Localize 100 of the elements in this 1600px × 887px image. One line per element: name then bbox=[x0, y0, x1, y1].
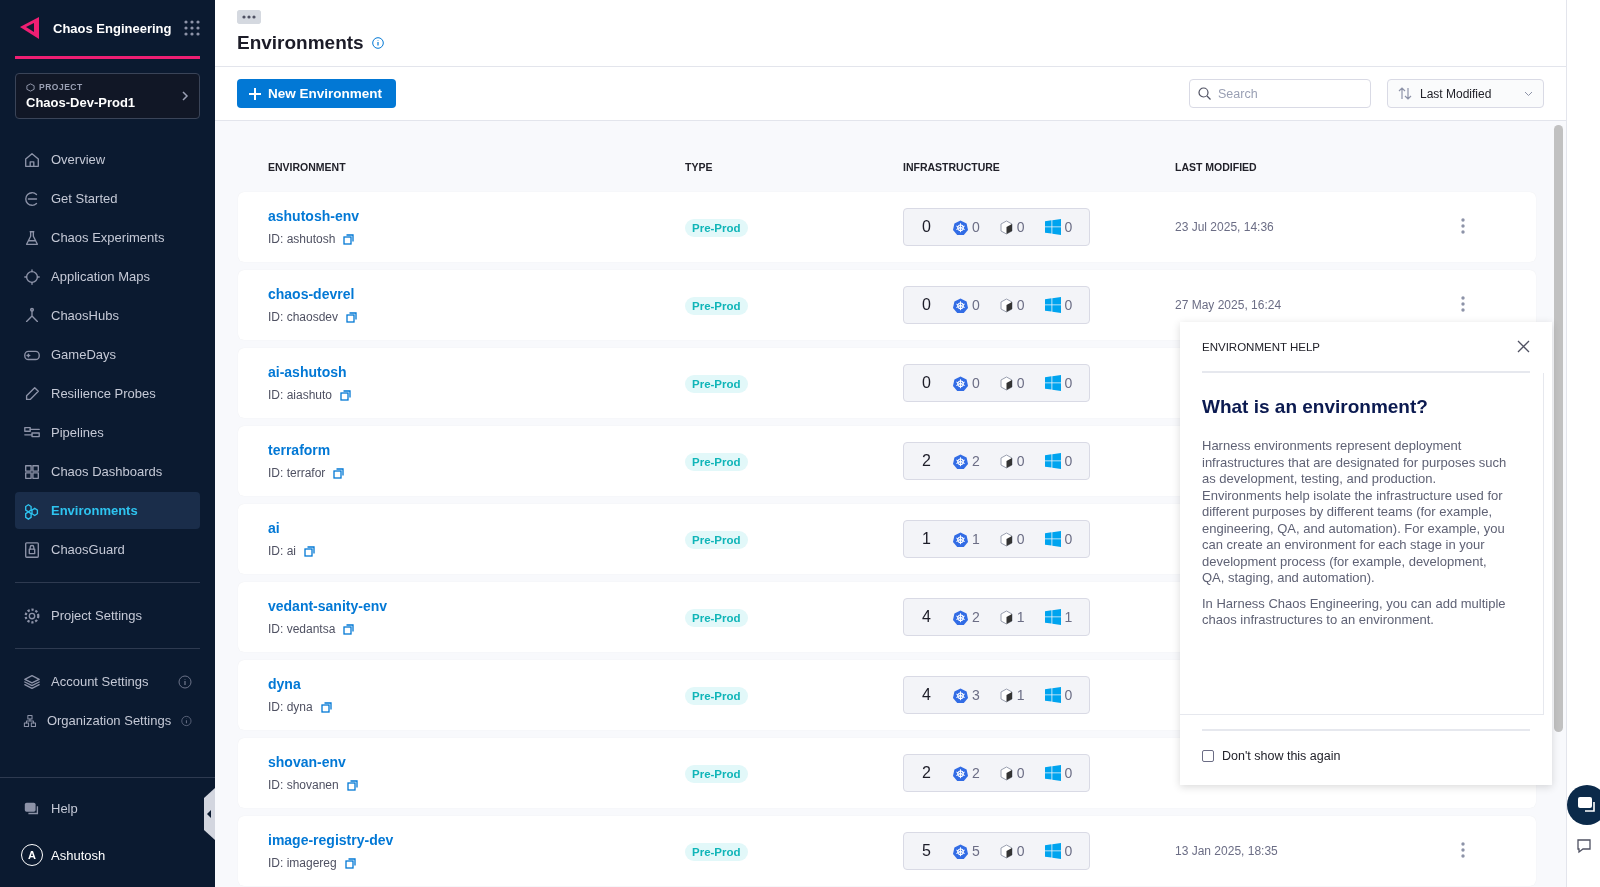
environment-row[interactable]: image-registry-dev ID: imagereg Pre-Prod 5 5 0 0 13 Jan 2025, 18:35 bbox=[238, 816, 1536, 886]
cube-icon bbox=[999, 843, 1013, 859]
type-tag: Pre-Prod bbox=[685, 452, 748, 471]
copy-icon[interactable] bbox=[304, 545, 315, 557]
windows-icon bbox=[1044, 765, 1061, 781]
windows-count: 0 bbox=[1064, 219, 1073, 235]
environment-id: ID: imagereg bbox=[268, 856, 337, 870]
cube-icon bbox=[999, 375, 1013, 391]
chevron-right-icon bbox=[181, 90, 189, 102]
environment-link[interactable]: ashutosh-env bbox=[268, 208, 359, 224]
nav-item[interactable]: Chaos Experiments bbox=[15, 219, 200, 256]
breadcrumb-more-icon[interactable] bbox=[237, 10, 261, 24]
last-modified: 27 May 2025, 16:24 bbox=[1175, 298, 1282, 312]
environment-id: ID: terrafor bbox=[268, 466, 326, 480]
cube-icon bbox=[999, 609, 1013, 625]
new-environment-button[interactable]: New Environment bbox=[237, 79, 397, 108]
user-menu[interactable]: A Ashutosh bbox=[15, 833, 200, 877]
windows-icon bbox=[1044, 375, 1061, 391]
infrastructure-total: 1 bbox=[922, 530, 931, 548]
scrollbar-thumb[interactable] bbox=[1554, 125, 1563, 732]
linux-count: 1 bbox=[1016, 609, 1025, 625]
environment-link[interactable]: ai-ashutosh bbox=[268, 364, 347, 380]
project-label: PROJECT bbox=[26, 82, 181, 92]
windows-icon bbox=[1044, 531, 1061, 547]
column-header: ENVIRONMENT bbox=[268, 161, 347, 175]
copy-icon[interactable] bbox=[344, 857, 356, 869]
apps-grid-icon[interactable] bbox=[184, 20, 200, 36]
windows-icon bbox=[1044, 843, 1061, 859]
copy-icon[interactable] bbox=[343, 623, 355, 635]
environment-id: ID: vedantsa bbox=[268, 622, 336, 636]
nav-item[interactable]: Organization Settings bbox=[15, 702, 200, 739]
environment-link[interactable]: dyna bbox=[268, 676, 301, 692]
dashboard-icon bbox=[23, 462, 41, 481]
checkbox[interactable] bbox=[1202, 750, 1214, 762]
search-field[interactable]: Search bbox=[1189, 79, 1371, 108]
copy-icon[interactable] bbox=[346, 779, 358, 791]
copy-icon[interactable] bbox=[340, 389, 352, 401]
kubernetes-count: 2 bbox=[971, 609, 980, 625]
nav-item[interactable]: Resilience Probes bbox=[15, 375, 200, 412]
info-icon[interactable] bbox=[181, 713, 192, 728]
kubernetes-count: 0 bbox=[971, 297, 980, 313]
sort-icon bbox=[1398, 87, 1412, 100]
nav-item[interactable]: Get Started bbox=[15, 180, 200, 217]
copy-icon[interactable] bbox=[333, 467, 345, 479]
more-options-icon[interactable] bbox=[1461, 841, 1465, 858]
kubernetes-icon bbox=[952, 453, 968, 469]
nav-item[interactable]: ChaosGuard bbox=[15, 531, 200, 568]
type-tag: Pre-Prod bbox=[685, 296, 748, 315]
environment-link[interactable]: terraform bbox=[268, 442, 331, 458]
copy-icon[interactable] bbox=[343, 233, 355, 245]
copy-icon[interactable] bbox=[346, 311, 358, 323]
nav-item[interactable]: Account Settings bbox=[15, 663, 200, 700]
windows-count: 1 bbox=[1064, 609, 1073, 625]
chevron-down-icon bbox=[1524, 90, 1533, 97]
chat-bubble-icon[interactable] bbox=[1574, 837, 1593, 855]
copy-icon[interactable] bbox=[320, 701, 332, 713]
nav-item[interactable]: Chaos Dashboards bbox=[15, 453, 200, 490]
environment-row[interactable]: ashutosh-env ID: ashutosh Pre-Prod 0 0 0 0 23 Jul 2025, 14:36 bbox=[238, 192, 1536, 262]
nav-item[interactable]: Application Maps bbox=[15, 258, 200, 295]
more-options-icon[interactable] bbox=[1461, 217, 1465, 234]
info-icon[interactable] bbox=[371, 37, 384, 49]
close-icon[interactable] bbox=[1517, 340, 1530, 353]
nav-item[interactable]: Environments bbox=[15, 492, 200, 529]
infrastructure-total: 2 bbox=[922, 764, 931, 782]
environment-link[interactable]: shovan-env bbox=[268, 754, 346, 770]
project-selector[interactable]: PROJECT Chaos-Dev-Prod1 bbox=[15, 73, 200, 119]
nav-item[interactable]: GameDays bbox=[15, 336, 200, 373]
type-tag: Pre-Prod bbox=[685, 218, 748, 237]
nav-item[interactable]: Overview bbox=[15, 141, 200, 178]
environment-link[interactable]: chaos-devrel bbox=[268, 286, 355, 302]
collapse-handle[interactable] bbox=[204, 788, 215, 840]
kubernetes-count: 0 bbox=[971, 219, 980, 235]
chat-icon bbox=[1576, 796, 1597, 814]
hub-icon bbox=[23, 306, 41, 325]
chat-button[interactable] bbox=[1566, 785, 1600, 825]
type-tag: Pre-Prod bbox=[685, 374, 748, 393]
nav-item[interactable]: ChaosHubs bbox=[15, 297, 200, 334]
windows-count: 0 bbox=[1064, 531, 1073, 547]
lock-icon bbox=[23, 540, 41, 559]
windows-icon bbox=[1044, 453, 1061, 469]
info-icon[interactable] bbox=[178, 674, 192, 689]
column-header: INFRASTRUCTURE bbox=[903, 161, 1001, 175]
linux-count: 0 bbox=[1016, 375, 1025, 391]
kubernetes-icon bbox=[952, 219, 968, 235]
sort-dropdown[interactable]: Last Modified bbox=[1387, 79, 1544, 108]
environment-link[interactable]: vedant-sanity-env bbox=[268, 598, 388, 614]
project-name: Chaos-Dev-Prod1 bbox=[26, 95, 137, 110]
more-options-icon[interactable] bbox=[1461, 295, 1465, 312]
nav-item[interactable]: Project Settings bbox=[15, 597, 200, 634]
nav-item[interactable]: Pipelines bbox=[15, 414, 200, 451]
environment-row[interactable]: chaos-devrel ID: chaosdev Pre-Prod 0 0 0 0 27 May 2025, 16:24 bbox=[238, 270, 1536, 340]
infrastructure-total: 0 bbox=[922, 296, 931, 314]
kubernetes-icon bbox=[952, 297, 968, 313]
windows-icon bbox=[1044, 687, 1061, 703]
nav-item[interactable]: Help bbox=[15, 790, 200, 827]
environment-link[interactable]: ai bbox=[268, 520, 280, 536]
windows-count: 0 bbox=[1064, 687, 1073, 703]
cube-icon bbox=[999, 687, 1013, 703]
environment-id: ID: dyna bbox=[268, 700, 313, 714]
environment-link[interactable]: image-registry-dev bbox=[268, 832, 394, 848]
